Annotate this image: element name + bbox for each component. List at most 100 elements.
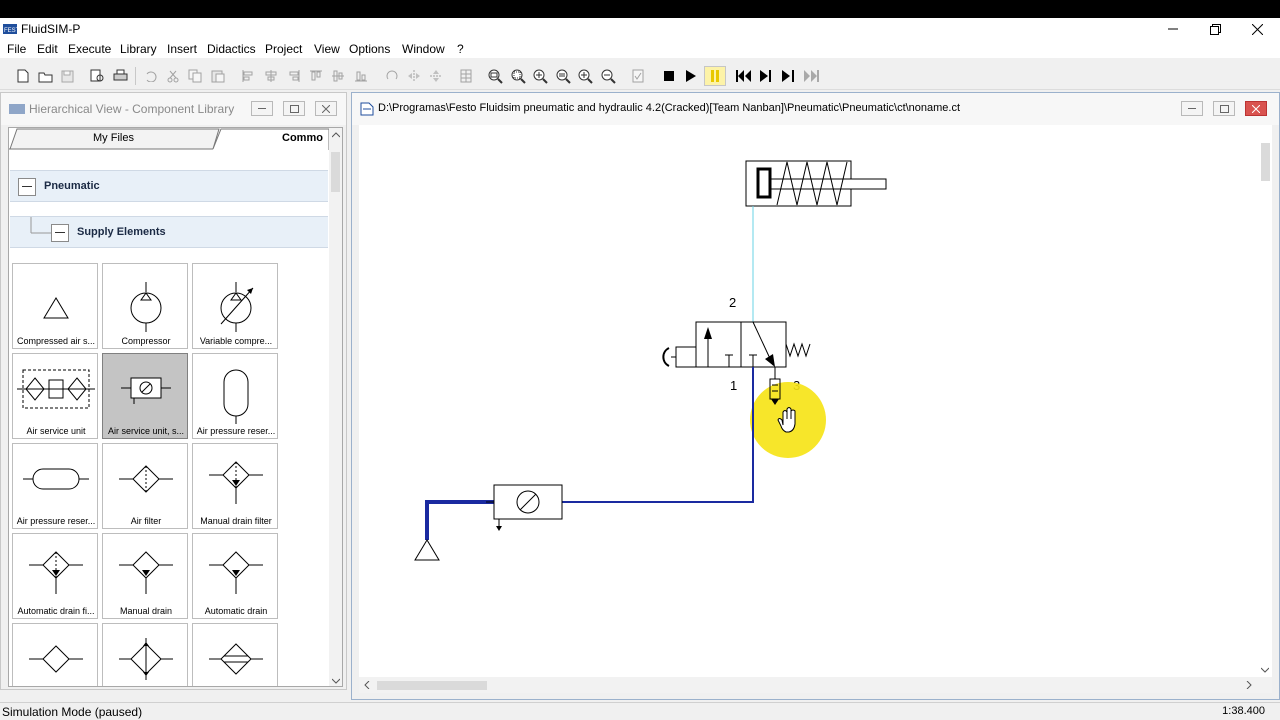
menu-bar: File Edit Execute Library Insert Didacti…	[0, 40, 1280, 58]
menu-file[interactable]: File	[7, 42, 26, 56]
zoom-window-icon[interactable]	[510, 68, 526, 84]
menu-insert[interactable]: Insert	[167, 42, 197, 56]
align-bottom-icon[interactable]	[353, 68, 369, 84]
close-button[interactable]	[1236, 18, 1278, 40]
section-label: Pneumatic	[44, 180, 100, 192]
zoom-previous-icon[interactable]	[555, 68, 571, 84]
pause-icon[interactable]	[704, 66, 726, 86]
component-automatic-drain[interactable]: Automatic drain	[192, 533, 278, 619]
svg-text:FESTO: FESTO	[4, 28, 17, 34]
library-close-button[interactable]	[315, 101, 337, 116]
menu-options[interactable]: Options	[349, 42, 390, 56]
minimize-button[interactable]	[1152, 18, 1194, 40]
print-icon[interactable]	[112, 68, 128, 84]
menu-help[interactable]: ?	[457, 42, 464, 56]
toolbar	[0, 60, 1280, 90]
canvas-vertical-scrollbar[interactable]	[1258, 125, 1272, 677]
collapse-icon[interactable]	[18, 178, 36, 196]
scroll-up-icon[interactable]	[332, 132, 340, 138]
title-bar: FESTO FluidSIM-P	[0, 18, 1280, 40]
zoom-fit-icon[interactable]	[487, 68, 503, 84]
scroll-left-icon[interactable]	[364, 681, 370, 689]
canvas-horizontal-scrollbar[interactable]	[359, 677, 1272, 693]
align-right-icon[interactable]	[286, 68, 302, 84]
component-dryer[interactable]	[192, 623, 278, 686]
single-step-icon[interactable]	[758, 68, 774, 84]
air-service-unit-symbol[interactable]	[486, 484, 563, 531]
scroll-down-icon[interactable]	[1261, 667, 1269, 673]
menu-project[interactable]: Project	[265, 42, 302, 56]
menu-edit[interactable]: Edit	[37, 42, 58, 56]
align-top-icon[interactable]	[308, 68, 324, 84]
copy-icon[interactable]	[187, 68, 203, 84]
library-title: Hierarchical View - Component Library	[29, 102, 235, 116]
align-left-icon[interactable]	[240, 68, 256, 84]
menu-didactics[interactable]: Didactics	[207, 42, 256, 56]
mirror-horizontal-icon[interactable]	[406, 68, 422, 84]
play-icon[interactable]	[683, 68, 699, 84]
section-supply-elements[interactable]: Supply Elements	[10, 216, 328, 248]
zoom-out-icon[interactable]	[600, 68, 616, 84]
component-manual-drain-filter[interactable]: Manual drain filter	[192, 443, 278, 529]
restore-button[interactable]	[1194, 18, 1236, 40]
simulation-time: 1:38.400	[1222, 705, 1265, 717]
menu-execute[interactable]: Execute	[68, 42, 111, 56]
step-end-icon[interactable]	[780, 68, 796, 84]
cut-icon[interactable]	[165, 68, 181, 84]
component-air-service-unit[interactable]: Air service unit	[12, 353, 98, 439]
component-compressor[interactable]: Compressor	[102, 263, 188, 349]
tab-my-files[interactable]: My Files	[93, 132, 134, 144]
menu-library[interactable]: Library	[120, 42, 157, 56]
zoom-all-icon[interactable]	[532, 68, 548, 84]
document-minimize-button[interactable]	[1181, 101, 1203, 116]
menu-view[interactable]: View	[314, 42, 340, 56]
component-automatic-drain-filter[interactable]: Automatic drain fi...	[12, 533, 98, 619]
application-window: FESTO FluidSIM-P File Edit Execute Libra…	[0, 18, 1280, 720]
pause-at-state-change-icon[interactable]	[803, 68, 819, 84]
component-air-pressure-reservoir-2[interactable]: Air pressure reser...	[12, 443, 98, 529]
compressed-air-supply-symbol[interactable]	[414, 539, 440, 561]
print-preview-icon[interactable]	[89, 68, 105, 84]
library-maximize-button[interactable]	[283, 101, 305, 116]
three-two-way-valve[interactable]	[662, 321, 811, 368]
zoom-in-icon[interactable]	[577, 68, 593, 84]
undo-icon[interactable]	[142, 68, 158, 84]
scroll-thumb[interactable]	[1261, 143, 1270, 181]
open-folder-icon[interactable]	[37, 68, 53, 84]
new-file-icon[interactable]	[15, 68, 31, 84]
circuit-canvas[interactable]: 2 1 3	[359, 125, 1272, 693]
grid-icon[interactable]	[458, 68, 474, 84]
scroll-thumb[interactable]	[331, 152, 340, 192]
save-icon[interactable]	[59, 68, 75, 84]
check-drawing-icon[interactable]	[630, 68, 646, 84]
reset-icon[interactable]	[735, 68, 751, 84]
component-lubricator[interactable]	[12, 623, 98, 686]
scroll-down-icon[interactable]	[332, 678, 340, 684]
library-vertical-scrollbar[interactable]	[329, 128, 342, 686]
document-close-button[interactable]	[1245, 101, 1267, 116]
component-air-filter[interactable]: Air filter	[102, 443, 188, 529]
collapse-icon[interactable]	[51, 224, 69, 242]
component-air-service-unit-simplified[interactable]: Air service unit, s...	[102, 353, 188, 439]
mirror-vertical-icon[interactable]	[428, 68, 444, 84]
component-air-pressure-reservoir[interactable]: Air pressure reser...	[192, 353, 278, 439]
library-minimize-button[interactable]	[251, 101, 273, 116]
scroll-thumb[interactable]	[377, 681, 487, 690]
port-1-label: 1	[730, 378, 737, 393]
align-center-icon[interactable]	[263, 68, 279, 84]
component-manual-drain[interactable]: Manual drain	[102, 533, 188, 619]
circuit-diagram[interactable]: 2 1 3	[359, 125, 1258, 677]
single-acting-cylinder[interactable]	[745, 160, 887, 207]
scroll-right-icon[interactable]	[1246, 681, 1252, 689]
section-pneumatic[interactable]: Pneumatic	[10, 170, 328, 202]
rotate-icon[interactable]	[384, 68, 400, 84]
stop-icon[interactable]	[661, 68, 677, 84]
component-compressed-air-supply[interactable]: Compressed air s...	[12, 263, 98, 349]
tab-common[interactable]: Commo	[282, 132, 323, 144]
document-maximize-button[interactable]	[1213, 101, 1235, 116]
component-cooler[interactable]	[102, 623, 188, 686]
align-middle-icon[interactable]	[330, 68, 346, 84]
paste-icon[interactable]	[210, 68, 226, 84]
menu-window[interactable]: Window	[402, 42, 445, 56]
component-variable-compressor[interactable]: Variable compre...	[192, 263, 278, 349]
